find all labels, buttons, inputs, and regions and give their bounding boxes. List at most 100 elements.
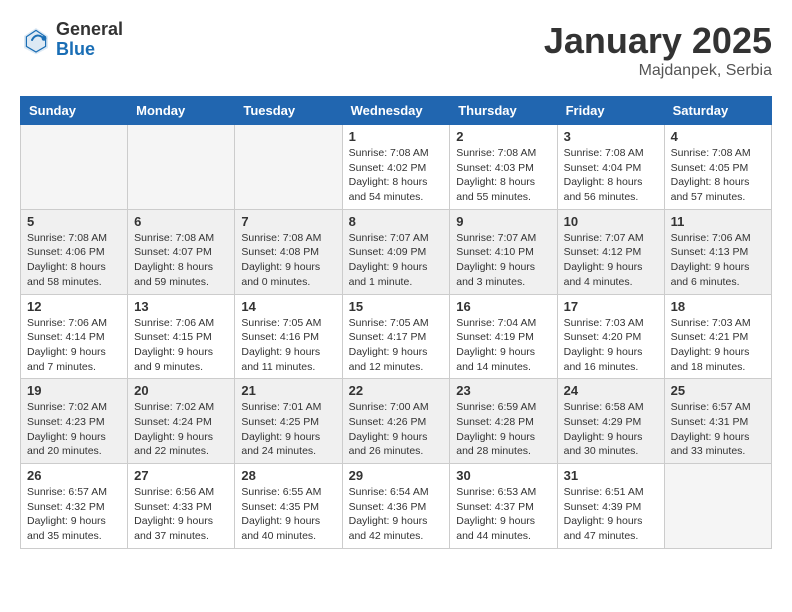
weekday-header-row: SundayMondayTuesdayWednesdayThursdayFrid… [21, 97, 772, 125]
logo: General Blue [20, 20, 123, 60]
calendar-cell: 20 Sunrise: 7:02 AM Sunset: 4:24 PM Dayli… [128, 379, 235, 464]
calendar-cell: 9 Sunrise: 7:07 AM Sunset: 4:10 PM Daylig… [450, 209, 557, 294]
day-number: 11 [671, 214, 765, 229]
calendar-subtitle: Majdanpek, Serbia [544, 62, 772, 80]
day-number: 24 [564, 383, 658, 398]
day-info: Sunrise: 7:00 AM Sunset: 4:26 PM Dayligh… [349, 400, 444, 459]
day-info: Sunrise: 6:54 AM Sunset: 4:36 PM Dayligh… [349, 485, 444, 544]
day-info: Sunrise: 7:06 AM Sunset: 4:15 PM Dayligh… [134, 316, 228, 375]
day-number: 2 [456, 129, 550, 144]
calendar-cell: 31Sunrise: 6:51 AM Sunset: 4:39 PM Dayli… [557, 464, 664, 549]
day-info: Sunrise: 7:03 AM Sunset: 4:21 PM Dayligh… [671, 316, 765, 375]
day-number: 21 [241, 383, 335, 398]
day-number: 13 [134, 299, 228, 314]
calendar-title: January 2025 [544, 20, 772, 62]
day-info: Sunrise: 7:08 AM Sunset: 4:07 PM Dayligh… [134, 231, 228, 290]
day-number: 3 [564, 129, 658, 144]
day-number: 22 [349, 383, 444, 398]
day-number: 1 [349, 129, 444, 144]
day-info: Sunrise: 7:07 AM Sunset: 4:10 PM Dayligh… [456, 231, 550, 290]
calendar-cell: 15 Sunrise: 7:05 AM Sunset: 4:17 PM Dayli… [342, 294, 450, 379]
day-number: 28 [241, 468, 335, 483]
day-info: Sunrise: 7:08 AM Sunset: 4:03 PM Dayligh… [456, 146, 550, 205]
calendar-cell: 7Sunrise: 7:08 AM Sunset: 4:08 PM Daylig… [235, 209, 342, 294]
day-number: 20 [134, 383, 228, 398]
calendar-cell: 24Sunrise: 6:58 AM Sunset: 4:29 PM Dayli… [557, 379, 664, 464]
calendar-cell: 14Sunrise: 7:05 AM Sunset: 4:16 PM Dayli… [235, 294, 342, 379]
logo-blue-text: Blue [56, 40, 123, 60]
day-number: 18 [671, 299, 765, 314]
logo-icon [20, 24, 52, 56]
day-info: Sunrise: 7:08 AM Sunset: 4:04 PM Dayligh… [564, 146, 658, 205]
calendar-cell: 2 Sunrise: 7:08 AM Sunset: 4:03 PM Daylig… [450, 125, 557, 210]
day-info: Sunrise: 7:03 AM Sunset: 4:20 PM Dayligh… [564, 316, 658, 375]
calendar-cell: 23Sunrise: 6:59 AM Sunset: 4:28 PM Dayli… [450, 379, 557, 464]
day-info: Sunrise: 7:02 AM Sunset: 4:23 PM Dayligh… [27, 400, 121, 459]
day-number: 26 [27, 468, 121, 483]
day-number: 12 [27, 299, 121, 314]
day-info: Sunrise: 7:05 AM Sunset: 4:17 PM Dayligh… [349, 316, 444, 375]
day-info: Sunrise: 7:04 AM Sunset: 4:19 PM Dayligh… [456, 316, 550, 375]
logo-general-text: General [56, 20, 123, 40]
weekday-header-sunday: Sunday [21, 97, 128, 125]
calendar-cell: 4 Sunrise: 7:08 AM Sunset: 4:05 PM Daylig… [664, 125, 771, 210]
day-info: Sunrise: 7:06 AM Sunset: 4:14 PM Dayligh… [27, 316, 121, 375]
day-info: Sunrise: 7:08 AM Sunset: 4:06 PM Dayligh… [27, 231, 121, 290]
day-number: 19 [27, 383, 121, 398]
day-info: Sunrise: 7:06 AM Sunset: 4:13 PM Dayligh… [671, 231, 765, 290]
day-info: Sunrise: 7:01 AM Sunset: 4:25 PM Dayligh… [241, 400, 335, 459]
day-number: 9 [456, 214, 550, 229]
calendar-cell: 8 Sunrise: 7:07 AM Sunset: 4:09 PM Daylig… [342, 209, 450, 294]
calendar-cell: 11 Sunrise: 7:06 AM Sunset: 4:13 PM Dayli… [664, 209, 771, 294]
day-info: Sunrise: 7:07 AM Sunset: 4:12 PM Dayligh… [564, 231, 658, 290]
day-number: 6 [134, 214, 228, 229]
calendar-cell [21, 125, 128, 210]
day-number: 25 [671, 383, 765, 398]
day-info: Sunrise: 7:08 AM Sunset: 4:02 PM Dayligh… [349, 146, 444, 205]
calendar-cell: 25 Sunrise: 6:57 AM Sunset: 4:31 PM Dayli… [664, 379, 771, 464]
day-number: 10 [564, 214, 658, 229]
day-number: 27 [134, 468, 228, 483]
day-number: 4 [671, 129, 765, 144]
day-number: 15 [349, 299, 444, 314]
calendar-cell: 26 Sunrise: 6:57 AM Sunset: 4:32 PM Dayli… [21, 464, 128, 549]
day-info: Sunrise: 6:57 AM Sunset: 4:31 PM Dayligh… [671, 400, 765, 459]
week-row-5: 26 Sunrise: 6:57 AM Sunset: 4:32 PM Dayli… [21, 464, 772, 549]
day-info: Sunrise: 6:53 AM Sunset: 4:37 PM Dayligh… [456, 485, 550, 544]
day-info: Sunrise: 6:57 AM Sunset: 4:32 PM Dayligh… [27, 485, 121, 544]
week-row-4: 19 Sunrise: 7:02 AM Sunset: 4:23 PM Dayli… [21, 379, 772, 464]
day-number: 8 [349, 214, 444, 229]
week-row-1: 1 Sunrise: 7:08 AM Sunset: 4:02 PM Daylig… [21, 125, 772, 210]
day-number: 30 [456, 468, 550, 483]
calendar-cell: 21 Sunrise: 7:01 AM Sunset: 4:25 PM Dayli… [235, 379, 342, 464]
calendar-cell: 16 Sunrise: 7:04 AM Sunset: 4:19 PM Dayli… [450, 294, 557, 379]
calendar-cell [128, 125, 235, 210]
calendar-cell: 12 Sunrise: 7:06 AM Sunset: 4:14 PM Dayli… [21, 294, 128, 379]
calendar-cell: 17Sunrise: 7:03 AM Sunset: 4:20 PM Dayli… [557, 294, 664, 379]
calendar-cell: 22 Sunrise: 7:00 AM Sunset: 4:26 PM Dayli… [342, 379, 450, 464]
page-header: General Blue January 2025 Majdanpek, Ser… [20, 20, 772, 80]
day-info: Sunrise: 6:59 AM Sunset: 4:28 PM Dayligh… [456, 400, 550, 459]
day-info: Sunrise: 7:05 AM Sunset: 4:16 PM Dayligh… [241, 316, 335, 375]
calendar-cell: 10 Sunrise: 7:07 AM Sunset: 4:12 PM Dayli… [557, 209, 664, 294]
calendar-cell: 28Sunrise: 6:55 AM Sunset: 4:35 PM Dayli… [235, 464, 342, 549]
week-row-2: 5 Sunrise: 7:08 AM Sunset: 4:06 PM Daylig… [21, 209, 772, 294]
calendar-cell: 27Sunrise: 6:56 AM Sunset: 4:33 PM Dayli… [128, 464, 235, 549]
weekday-header-wednesday: Wednesday [342, 97, 450, 125]
day-number: 5 [27, 214, 121, 229]
calendar-table: SundayMondayTuesdayWednesdayThursdayFrid… [20, 96, 772, 549]
calendar-cell: 18 Sunrise: 7:03 AM Sunset: 4:21 PM Dayli… [664, 294, 771, 379]
day-info: Sunrise: 7:08 AM Sunset: 4:05 PM Dayligh… [671, 146, 765, 205]
weekday-header-monday: Monday [128, 97, 235, 125]
day-number: 31 [564, 468, 658, 483]
calendar-cell: 5 Sunrise: 7:08 AM Sunset: 4:06 PM Daylig… [21, 209, 128, 294]
title-block: January 2025 Majdanpek, Serbia [544, 20, 772, 80]
day-info: Sunrise: 7:02 AM Sunset: 4:24 PM Dayligh… [134, 400, 228, 459]
week-row-3: 12 Sunrise: 7:06 AM Sunset: 4:14 PM Dayli… [21, 294, 772, 379]
day-number: 16 [456, 299, 550, 314]
day-number: 7 [241, 214, 335, 229]
day-info: Sunrise: 7:07 AM Sunset: 4:09 PM Dayligh… [349, 231, 444, 290]
weekday-header-saturday: Saturday [664, 97, 771, 125]
calendar-cell [235, 125, 342, 210]
logo-text: General Blue [56, 20, 123, 60]
